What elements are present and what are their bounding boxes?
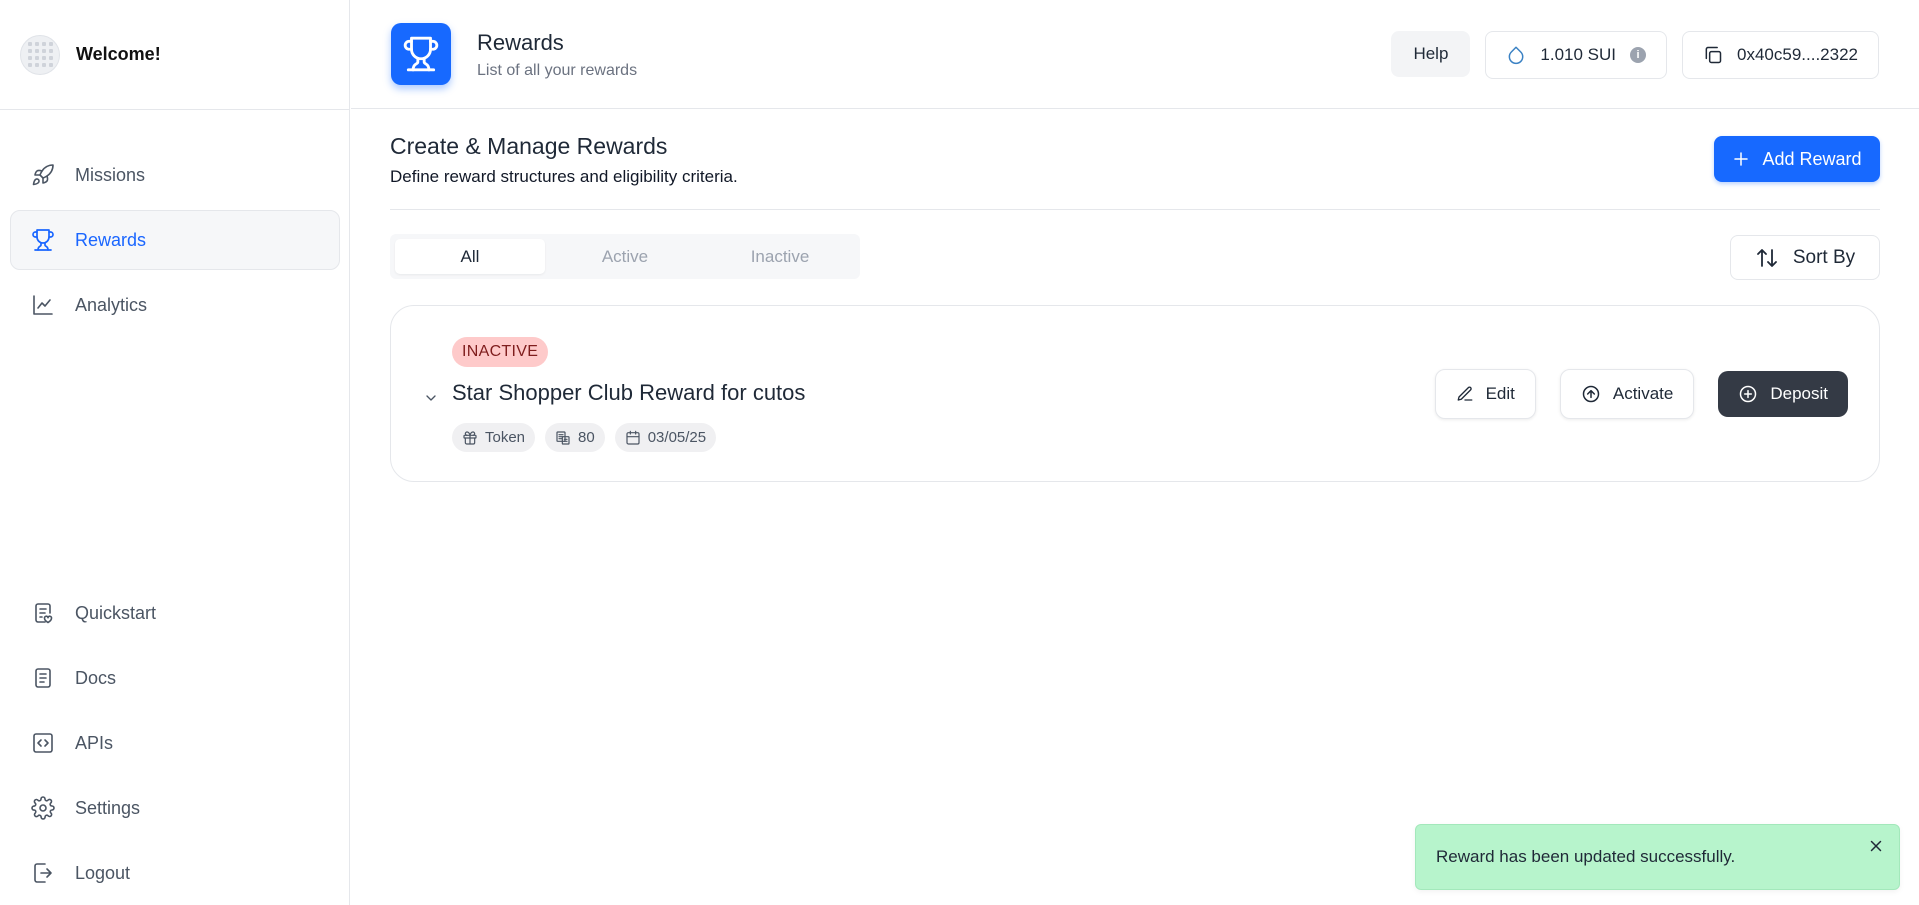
activate-label: Activate [1612, 384, 1674, 403]
reward-title: Star Shopper Club Reward for cutos [452, 380, 806, 405]
divider [390, 209, 1880, 210]
gift-icon [463, 430, 477, 445]
reward-type: Token [485, 429, 526, 446]
sidebar-item-apis[interactable]: APIs [10, 713, 340, 773]
copy-icon [1705, 46, 1722, 64]
deposit-button[interactable]: Deposit [1718, 371, 1848, 417]
coins-icon [556, 430, 570, 445]
edit-button[interactable]: Edit [1434, 369, 1536, 419]
balance-pill[interactable]: 1.010 SUI i [1485, 31, 1668, 79]
rocket-icon [32, 164, 54, 186]
reward-date: 03/05/25 [647, 429, 707, 446]
reward-amount-chip: 80 [545, 423, 605, 452]
sidebar-item-missions[interactable]: Missions [10, 145, 340, 205]
checklist-icon [35, 603, 53, 624]
sidebar-item-label: Quickstart [75, 602, 157, 623]
gear-icon [31, 796, 55, 820]
reward-actions: Edit Activate Deposit [1434, 369, 1848, 419]
sidebar-item-rewards[interactable]: Rewards [10, 210, 340, 270]
wallet-address-pill[interactable]: 0x40c59....2322 [1682, 31, 1879, 79]
deposit-label: Deposit [1770, 384, 1828, 403]
page-subtitle: List of all your rewards [477, 62, 638, 79]
section-subtitle: Define reward structures and eligibility… [390, 167, 738, 186]
top-bar: Rewards List of all your rewards Help 1.… [351, 0, 1919, 109]
sidebar-item-label: Docs [75, 667, 117, 688]
sidebar: Welcome! Missions Rewards Analytics Quic… [0, 0, 350, 905]
help-button[interactable]: Help [1391, 31, 1471, 77]
top-actions: Help 1.010 SUI i 0x40c59....2322 [1391, 31, 1879, 79]
reward-card: INACTIVE Star Shopper Club Reward for cu… [390, 305, 1880, 482]
status-badge: INACTIVE [452, 337, 549, 367]
tab-active[interactable]: Active [550, 239, 700, 274]
pencil-icon [1457, 386, 1473, 401]
wallet-address: 0x40c59....2322 [1737, 45, 1858, 64]
sort-by-button[interactable]: Sort By [1730, 235, 1880, 280]
activate-button[interactable]: Activate [1559, 369, 1695, 419]
avatar[interactable] [20, 34, 60, 75]
logout-icon [34, 863, 52, 883]
sidebar-item-label: APIs [75, 732, 114, 753]
code-icon [33, 733, 53, 753]
tab-all[interactable]: All [395, 239, 545, 274]
balance-value: 1.010 SUI [1540, 45, 1617, 64]
droplet-icon [1509, 46, 1524, 65]
reward-type-chip: Token [452, 423, 536, 452]
sidebar-item-docs[interactable]: Docs [10, 648, 340, 708]
reward-amount: 80 [578, 429, 595, 446]
sidebar-item-label: Logout [75, 862, 131, 883]
sort-arrows-icon [1756, 248, 1777, 267]
sidebar-item-logout[interactable]: Logout [10, 843, 340, 903]
chevron-down-icon[interactable] [423, 390, 439, 406]
reward-date-chip: 03/05/25 [614, 423, 717, 452]
sort-by-label: Sort By [1792, 246, 1856, 268]
sidebar-item-quickstart[interactable]: Quickstart [10, 583, 340, 643]
trophy-icon [391, 23, 451, 85]
tab-inactive[interactable]: Inactive [705, 239, 855, 274]
sidebar-item-label: Missions [75, 164, 146, 185]
sidebar-nav-main: Missions Rewards Analytics [0, 145, 350, 340]
edit-label: Edit [1485, 384, 1515, 403]
sidebar-item-settings[interactable]: Settings [10, 778, 340, 838]
section-title: Create & Manage Rewards [390, 133, 668, 159]
sidebar-item-label: Rewards [75, 229, 147, 250]
filter-tabs: All Active Inactive [390, 234, 860, 279]
toast-message: Reward has been updated successfully. [1436, 847, 1736, 866]
sidebar-item-label: Settings [75, 797, 141, 818]
arrow-up-circle-icon [1582, 385, 1600, 403]
plus-circle-icon [1740, 385, 1757, 403]
welcome-text: Welcome! [76, 44, 161, 64]
plus-icon [1734, 152, 1749, 166]
sidebar-header: Welcome! [0, 0, 349, 110]
success-toast: Reward has been updated successfully. [1415, 824, 1900, 890]
sidebar-item-label: Analytics [75, 294, 148, 315]
add-reward-label: Add Reward [1762, 148, 1862, 169]
chart-line-icon [33, 295, 53, 315]
add-reward-button[interactable]: Add Reward [1714, 136, 1880, 182]
calendar-icon [626, 430, 640, 445]
info-icon[interactable]: i [1630, 47, 1647, 63]
sidebar-nav-secondary: Quickstart Docs APIs Settings Logout [0, 583, 350, 905]
trophy-icon [32, 229, 54, 251]
page-title: Rewards [477, 30, 564, 55]
sidebar-item-analytics[interactable]: Analytics [10, 275, 340, 335]
reward-meta: Token 80 03/05/25 [452, 423, 717, 452]
document-icon [35, 668, 51, 688]
close-icon[interactable] [1867, 837, 1885, 855]
